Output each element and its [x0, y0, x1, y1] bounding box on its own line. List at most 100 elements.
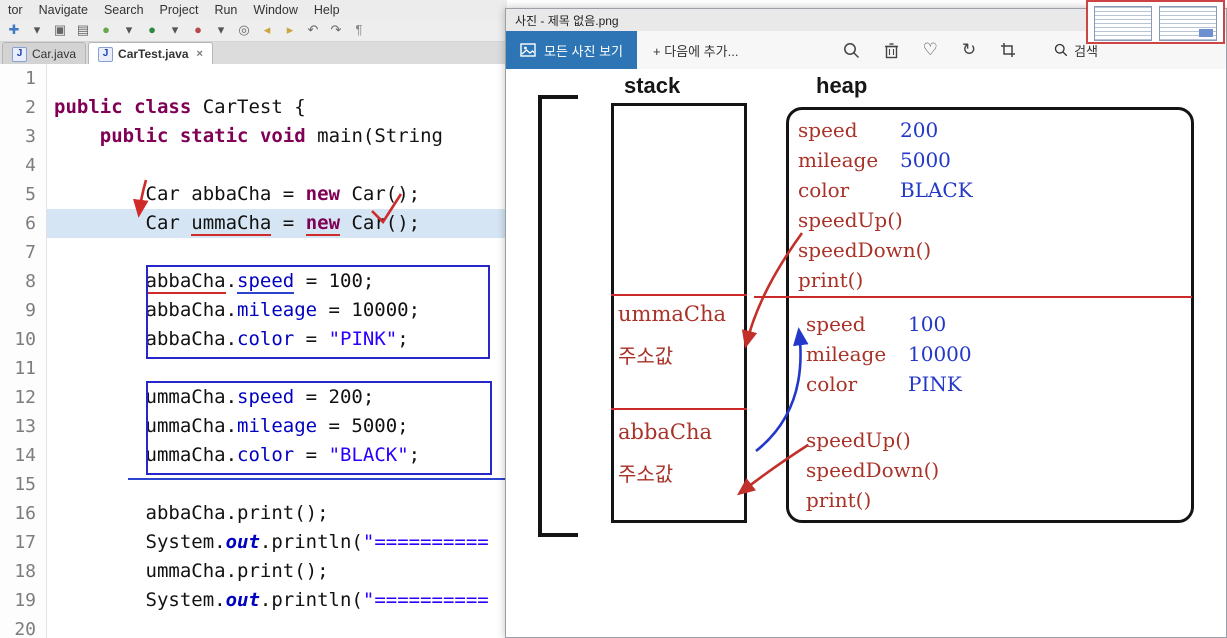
code-line[interactable]: System.out.println("========== [47, 528, 507, 557]
search-icon[interactable]: ◎ [236, 22, 252, 38]
line-number: 2 [25, 97, 36, 118]
code-line[interactable]: public static void main(String [47, 122, 507, 151]
code-editor: 1 2 3 4 5 6 7 8 9 10 11 12 13 14 15 16 17 18 19 20 public c… [0, 64, 507, 638]
line-number: 9 [25, 300, 36, 321]
code-line[interactable] [47, 64, 507, 93]
tab-car-java[interactable]: J Car.java [2, 42, 87, 65]
debug-dropdown-icon[interactable]: ▾ [121, 22, 137, 38]
profile-dropdown-icon[interactable]: ▾ [213, 22, 229, 38]
crop-icon[interactable] [1000, 42, 1016, 58]
code-line[interactable] [47, 238, 507, 267]
annotation-blue-underline [128, 478, 506, 480]
new-icon[interactable]: ✚ [6, 22, 22, 38]
code-token: "========== [362, 531, 489, 553]
code-line[interactable]: Car abbaCha = new Car(); [47, 180, 507, 209]
field-value: 100 [908, 312, 947, 336]
menu-item-help[interactable]: Help [314, 3, 340, 17]
heap-method: print() [806, 488, 872, 512]
heap-method: speedDown() [806, 458, 940, 482]
line-number: 14 [14, 445, 36, 466]
view-all-photos-button[interactable]: 모든 사진 보기 [506, 31, 637, 69]
show-whitespace-icon[interactable]: ¶ [351, 22, 367, 38]
undo-icon[interactable]: ↶ [305, 22, 321, 38]
print-icon[interactable]: ▤ [75, 22, 91, 38]
redo-icon[interactable]: ↷ [328, 22, 344, 38]
line-number: 13 [14, 416, 36, 437]
add-to-button[interactable]: + 다음에 추가... [653, 41, 738, 60]
menu-item-tor[interactable]: tor [8, 3, 23, 17]
code-token: System. [54, 589, 226, 611]
code-line[interactable]: public class CarTest { [47, 93, 507, 122]
code-token: new [305, 183, 340, 205]
heap-methods: speedUp() speedDown() print() [798, 205, 973, 295]
run-icon[interactable]: ● [144, 22, 160, 38]
eclipse-window: tor Navigate Search Project Run Window Help ✚ ▾… [0, 0, 507, 638]
save-icon[interactable]: ▣ [52, 22, 68, 38]
photo-viewer-title: 사진 - 제목 없음.png [515, 13, 619, 28]
stack-address-label: 주소값 [618, 344, 674, 368]
field-value: 5000 [900, 148, 951, 172]
run-dropdown-icon[interactable]: ▾ [167, 22, 183, 38]
editor-tabbar: J Car.java J CarTest.java × [0, 42, 507, 66]
photo-preview-thumbnail[interactable] [1086, 0, 1225, 44]
code-token: static [179, 125, 249, 147]
code-line[interactable]: Car ummaCha = new Car(); [47, 209, 507, 238]
menu-item-search[interactable]: Search [104, 3, 144, 17]
screen: tor Navigate Search Project Run Window Help ✚ ▾… [0, 0, 1227, 638]
menu-item-project[interactable]: Project [160, 3, 199, 17]
code-token: .println( [259, 531, 363, 553]
line-number: 19 [14, 590, 36, 611]
code-token: .println( [259, 589, 363, 611]
new-dropdown-icon[interactable]: ▾ [29, 22, 45, 38]
stack-divider-2 [611, 408, 747, 410]
menu-item-run[interactable]: Run [214, 3, 237, 17]
tab-cartest-java[interactable]: J CarTest.java × [88, 42, 213, 65]
editor-gutter: 1 2 3 4 5 6 7 8 9 10 11 12 13 14 15 16 17 18 19 20 [0, 64, 47, 638]
debug-icon[interactable]: ● [98, 22, 114, 38]
line-number: 3 [25, 126, 36, 147]
stack-divider-1 [611, 294, 747, 296]
photo-viewer-window: 사진 - 제목 없음.png 모든 사진 보기 + 다음에 추가... ♡ ↻ … [505, 8, 1227, 638]
zoom-icon[interactable] [843, 42, 860, 59]
code-token: public [54, 96, 123, 118]
code-token: void [259, 125, 306, 147]
heap-field: speed 200 [798, 115, 973, 145]
java-file-icon: J [12, 46, 27, 62]
code-line[interactable]: ummaCha.print(); [47, 557, 507, 586]
field-value: 200 [900, 118, 939, 142]
stack-address-label: 주소값 [618, 462, 674, 486]
line-number: 11 [14, 358, 36, 379]
favorite-icon[interactable]: ♡ [923, 40, 938, 60]
next-annotation-icon[interactable]: ▸ [282, 22, 298, 38]
view-all-photos-label: 모든 사진 보기 [544, 43, 623, 59]
close-tab-icon[interactable]: × [197, 48, 203, 60]
line-number: 10 [14, 329, 36, 350]
code-token: = [271, 212, 306, 234]
menu-item-navigate[interactable]: Navigate [39, 3, 88, 17]
profile-icon[interactable]: ● [190, 22, 206, 38]
code-line[interactable]: abbaCha.print(); [47, 499, 507, 528]
stack-item: abbaCha 주소값 [618, 419, 742, 487]
delete-icon[interactable] [884, 42, 899, 59]
tab-label: Car.java [32, 47, 77, 61]
tab-label: CarTest.java [118, 47, 189, 61]
rotate-icon[interactable]: ↻ [962, 40, 976, 60]
code-line[interactable] [47, 151, 507, 180]
heap-methods: speedUp() speedDown() print() [806, 425, 972, 515]
photo-toolbar-icons: ♡ ↻ [843, 40, 1017, 60]
photo-icon [520, 43, 536, 57]
annotation-box-abbacha-fields [146, 265, 490, 359]
menu-item-window[interactable]: Window [253, 3, 297, 17]
code-line[interactable] [47, 615, 507, 638]
prev-annotation-icon[interactable]: ◂ [259, 22, 275, 38]
stack-item: ummaCha 주소값 [618, 301, 742, 369]
heap-divider [754, 296, 1192, 298]
field-name: mileage [798, 148, 879, 172]
code-line[interactable]: System.out.println("========== [47, 586, 507, 615]
